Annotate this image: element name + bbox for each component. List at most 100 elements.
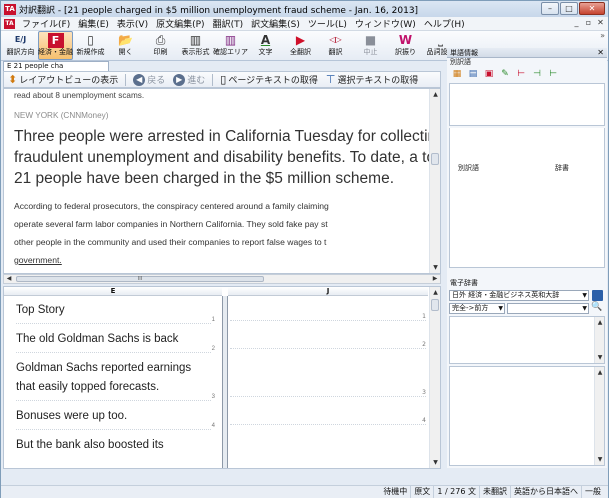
article-lead: Three people were arrested in California… [14, 126, 430, 189]
finance-icon: F [47, 33, 64, 48]
scroll-thumb[interactable] [431, 299, 439, 311]
results-scrollbar[interactable]: ▲ ▼ [594, 317, 604, 363]
source-sentence: But the bank also boosted its [16, 439, 164, 451]
dictionary-book-icon[interactable] [592, 290, 603, 301]
forward-arrow-icon[interactable]: ▶ [173, 73, 186, 86]
font-label: 文字 [258, 48, 273, 56]
connector-icon[interactable]: ⊢ [514, 68, 528, 80]
scroll-up-arrow-icon[interactable]: ▲ [430, 89, 440, 100]
target-sentence-row[interactable]: 4 [230, 417, 426, 425]
scroll-thumb[interactable] [431, 153, 439, 165]
source-sentence-row[interactable]: Goldman Sachs reported earnings that easi… [16, 359, 215, 401]
web-vertical-scrollbar[interactable]: ▲ ▼ [429, 89, 440, 273]
menu-view[interactable]: 表示(V) [113, 17, 152, 30]
back-button[interactable]: 戻る [147, 73, 165, 86]
menu-tools[interactable]: ツール(L) [304, 17, 351, 30]
dictionary-search-input[interactable]: ▼ [507, 303, 589, 314]
dictionary-detail-view[interactable]: ▲ ▼ [449, 366, 605, 466]
edit-word-icon[interactable]: ✎ [498, 68, 512, 80]
scroll-down-arrow-icon[interactable]: ▼ [430, 262, 440, 273]
detail-scrollbar[interactable]: ▲ ▼ [594, 367, 604, 465]
search-mode-value: 完全->前方 [452, 304, 489, 312]
direction-icon: E/J [14, 35, 27, 44]
dictionary-select[interactable]: 日外 経済・金融ビジネス英和大辞 ▼ [449, 290, 589, 301]
source-sentence-row[interactable]: The old Goldman Sachs is back 2 [16, 330, 215, 353]
mdi-minimize-button[interactable]: _ [571, 18, 582, 29]
mdi-restore-button[interactable]: ▫ [583, 18, 594, 29]
connector-icon[interactable]: ⊢ [546, 68, 560, 80]
alternate-translations-list[interactable] [449, 83, 605, 126]
dictionary-icon[interactable]: ▦ [450, 68, 464, 80]
stop-label: 中止 [363, 48, 378, 56]
back-arrow-icon[interactable]: ◀ [133, 73, 146, 86]
scroll-down-arrow-icon[interactable]: ▼ [430, 457, 441, 468]
article-content: read about 8 unemployment scams. NEW YOR… [14, 90, 430, 269]
register-word-icon[interactable]: ▣ [482, 68, 496, 80]
source-sentence-row[interactable]: Top Story 1 [16, 301, 215, 324]
document-menu-icon[interactable]: TA [4, 18, 15, 29]
font-button[interactable]: A 文字 [248, 31, 283, 60]
translate-button[interactable]: ◁▷ 翻訳 [318, 31, 353, 60]
layout-view-button[interactable]: レイアウトビューの表示 [19, 73, 118, 86]
get-selected-text-button[interactable]: 選択テキストの取得 [337, 73, 418, 86]
horizontal-scroll-thumb[interactable]: III [16, 276, 264, 282]
parallel-text-view[interactable]: E J Top Story 1 The old Goldman Sachs is … [3, 286, 441, 469]
layout-icon: ▥ [189, 33, 202, 47]
menu-translate[interactable]: 翻訳(T) [209, 17, 248, 30]
menu-help[interactable]: ヘルプ(H) [420, 17, 469, 30]
web-page-view[interactable]: read about 8 unemployment scams. NEW YOR… [3, 88, 441, 274]
close-button[interactable]: ✕ [579, 2, 605, 15]
confirm-area-label: 確認エリア [213, 48, 248, 56]
target-column[interactable]: 1 2 3 4 [230, 301, 426, 425]
scroll-up-arrow-icon[interactable]: ▲ [430, 287, 441, 298]
scroll-up-arrow-icon[interactable]: ▲ [595, 367, 605, 378]
article-lead-line: fraudulent unemployment and disability b… [14, 149, 430, 166]
scroll-down-arrow-icon[interactable]: ▼ [595, 352, 605, 363]
alternate-translations-grid[interactable]: 別訳語 辞書 [449, 128, 605, 268]
document-icon[interactable]: ▤ [466, 68, 480, 80]
print-button[interactable]: ⎙ 印刷 [143, 31, 178, 60]
search-icon[interactable]: 🔍 [591, 302, 602, 312]
translation-direction-button[interactable]: E/J 翻訳方向 [3, 31, 38, 60]
web-horizontal-scrollbar[interactable]: ◀ III ▶ [3, 274, 441, 284]
source-sentence-row[interactable]: Bonuses were up too. 4 [16, 407, 215, 430]
target-sentence-row[interactable]: 1 [230, 313, 426, 321]
column-splitter[interactable] [222, 296, 228, 468]
title-bar[interactable]: TA 対訳翻訳 - [21 people charged in $5 milli… [1, 1, 608, 17]
menu-target-edit[interactable]: 訳文編集(S) [247, 17, 304, 30]
source-sentence-row[interactable]: But the bank also boosted its [16, 436, 211, 458]
connector-icon[interactable]: ⊣ [530, 68, 544, 80]
stop-button[interactable]: ■ 中止 [353, 31, 388, 60]
target-sentence-row[interactable]: 2 [230, 341, 426, 349]
scroll-right-arrow-icon[interactable]: ▶ [430, 275, 440, 283]
forward-button[interactable]: 進む [187, 73, 205, 86]
word-choice-button[interactable]: W 訳振り [388, 31, 423, 60]
select-text-icon: ⊤ [325, 72, 336, 86]
scroll-down-arrow-icon[interactable]: ▼ [595, 454, 605, 465]
mdi-close-button[interactable]: ✕ [595, 18, 606, 29]
menu-window[interactable]: ウィンドウ(W) [351, 17, 420, 30]
scroll-up-arrow-icon[interactable]: ▲ [595, 317, 605, 328]
close-icon[interactable]: ✕ [597, 48, 604, 58]
toolbar-overflow-icon[interactable]: » [600, 31, 605, 40]
menu-source-edit[interactable]: 原文編集(P) [152, 17, 208, 30]
maximize-button[interactable]: □ [560, 2, 578, 15]
scroll-left-arrow-icon[interactable]: ◀ [4, 275, 14, 283]
finance-field-button[interactable]: F 経済・金融 [38, 31, 73, 60]
document-tab[interactable]: E 21 people cha [3, 61, 109, 71]
source-column[interactable]: Top Story 1 The old Goldman Sachs is back… [16, 301, 215, 464]
minimize-button[interactable]: – [541, 2, 559, 15]
confirm-area-button[interactable]: ▥ 確認エリア [213, 31, 248, 60]
parallel-vertical-scrollbar[interactable]: ▲ ▼ [429, 287, 440, 468]
open-button[interactable]: 📂 開く [108, 31, 143, 60]
target-sentence-row[interactable]: 3 [230, 389, 426, 397]
menu-edit[interactable]: 編集(E) [74, 17, 113, 30]
layout-button[interactable]: ▥ 表示形式 [178, 31, 213, 60]
dictionary-results-list[interactable]: ▲ ▼ [449, 316, 605, 364]
search-mode-select[interactable]: 完全->前方 ▼ [449, 303, 505, 314]
get-page-text-button[interactable]: ページテキストの取得 [228, 73, 318, 86]
translate-all-button[interactable]: ▶ 全翻訳 [283, 31, 318, 60]
new-document-button[interactable]: ▯ 新規作成 [73, 31, 108, 60]
source-sentence: The old Goldman Sachs is back [16, 333, 179, 345]
menu-file[interactable]: ファイル(F) [18, 17, 74, 30]
